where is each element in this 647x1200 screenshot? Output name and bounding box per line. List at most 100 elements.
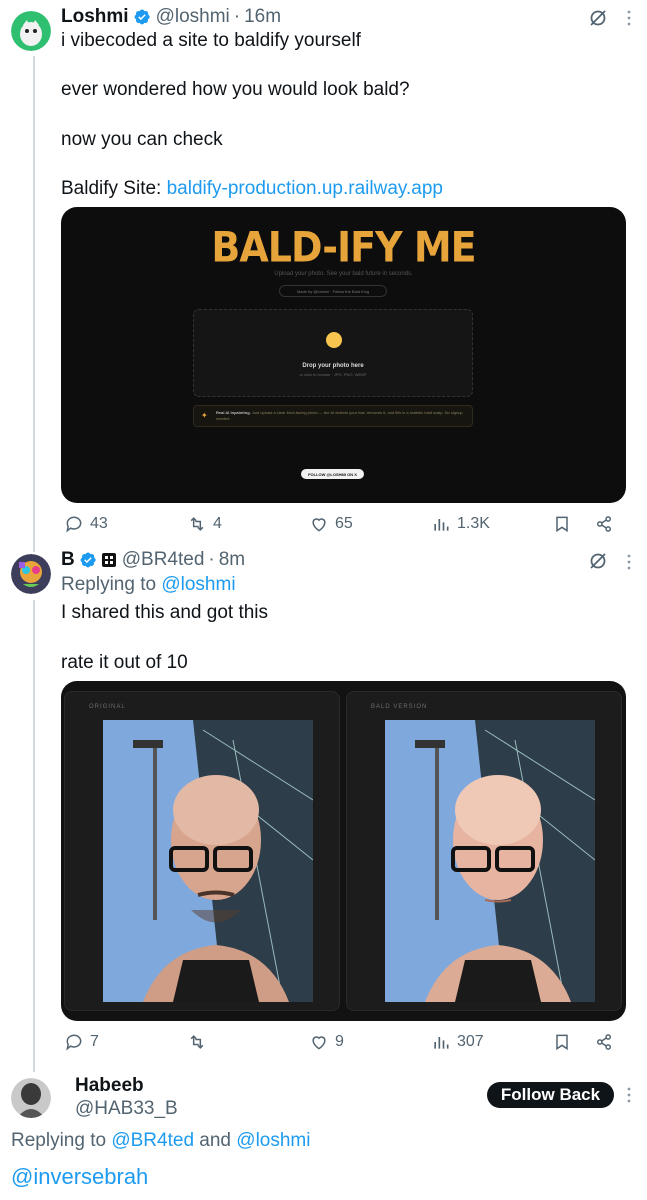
- tweet1-action-bar: 43 4 65 1.3K: [0, 512, 647, 536]
- baldify-subtitle: Upload your photo. See your bald future …: [274, 271, 413, 277]
- share-icon: [597, 1034, 611, 1050]
- baldify-title: BALD-IFY ME: [211, 222, 476, 272]
- bookmark-icon: [556, 1034, 568, 1051]
- tweet2-replying-to: Replying to @loshmi: [61, 573, 236, 597]
- author-handle[interactable]: @loshmi: [156, 6, 230, 28]
- share-icon: [597, 516, 611, 532]
- reply-button[interactable]: 43: [64, 514, 108, 534]
- sparkle-icon: ✦: [201, 411, 208, 420]
- more-options-icon[interactable]: [626, 9, 632, 27]
- views-icon: [434, 519, 449, 531]
- tweet3-replying-to: Replying to @BR4ted and @loshmi: [11, 1129, 310, 1153]
- original-label: ORIGINAL: [89, 704, 126, 710]
- share-button[interactable]: [594, 514, 614, 534]
- reply-button[interactable]: 7: [64, 1032, 99, 1052]
- tweet1-site-line: Baldify Site: baldify-production.up.rail…: [61, 177, 443, 201]
- like-count: 9: [335, 1033, 344, 1050]
- views-button[interactable]: 1.3K: [431, 514, 490, 534]
- baldify-follow-button: FOLLOW @LOSHMI ON X: [301, 469, 364, 479]
- replying-to-label: Replying to: [61, 574, 157, 595]
- tweet2-line-1: I shared this and got this: [61, 602, 269, 623]
- drop-title: Drop your photo here: [302, 363, 364, 369]
- bookmark-button[interactable]: [552, 514, 572, 534]
- tweet1-line-1: i vibecoded a site to baldify yourself: [61, 30, 361, 51]
- face-emoji-icon: [326, 332, 342, 348]
- original-photo: [103, 720, 313, 1002]
- more-options-icon[interactable]: [626, 1086, 632, 1104]
- avatar-br4ted[interactable]: [11, 554, 51, 594]
- like-button[interactable]: 65: [309, 514, 353, 534]
- replying-to-handle-1[interactable]: @BR4ted: [111, 1130, 194, 1151]
- and-label: and: [199, 1130, 231, 1151]
- bookmark-icon: [556, 516, 568, 533]
- avatar-loshmi[interactable]: [11, 11, 51, 51]
- bald-version-label: BALD VERSION: [371, 704, 428, 710]
- replying-to-handle-2[interactable]: @loshmi: [236, 1130, 310, 1151]
- thread-line-1: [33, 56, 35, 552]
- repost-count: 4: [213, 515, 222, 532]
- tweet1-header: Loshmi @loshmi · 16m: [61, 5, 281, 29]
- tweet1-line-2: ever wondered how you would look bald?: [61, 79, 410, 100]
- original-panel: ORIGINAL: [64, 691, 340, 1011]
- avatar-habeeb-image: [11, 1078, 51, 1118]
- verified-badge-icon: [134, 9, 150, 25]
- heart-icon: [312, 1036, 326, 1050]
- bald-photo: [385, 720, 595, 1002]
- affiliate-badge-icon: [101, 553, 116, 567]
- views-button[interactable]: 307: [431, 1032, 484, 1052]
- tweet3-handle[interactable]: @HAB33_B: [75, 1097, 178, 1121]
- bald-photo-image: [385, 720, 595, 1002]
- original-photo-image: [103, 720, 313, 1002]
- tweet2-header: B @BR4ted · 8m: [61, 548, 245, 572]
- tweet3-name[interactable]: Habeeb: [75, 1074, 144, 1098]
- avatar-br4ted-image: [11, 554, 51, 594]
- thread-line-2: [33, 600, 35, 1072]
- repost-icon: [190, 1035, 204, 1049]
- tweet2-action-bar: 7 9 307: [0, 1030, 647, 1054]
- avatar-loshmi-image: [11, 11, 51, 51]
- baldify-drop-zone: Drop your photo here or click to browse …: [193, 309, 473, 397]
- avatar-habeeb[interactable]: [11, 1078, 51, 1118]
- replying-to-label: Replying to: [11, 1130, 107, 1151]
- author-name[interactable]: B: [61, 549, 75, 571]
- separator-dot: ·: [233, 6, 241, 27]
- info-text: Just upload a clear front-facing photo —…: [216, 410, 463, 421]
- repost-icon: [190, 517, 204, 531]
- verified-badge-icon: [80, 552, 96, 568]
- replying-to-handle[interactable]: @loshmi: [161, 574, 235, 595]
- reply-count: 7: [90, 1033, 99, 1050]
- tweet2-line-2: rate it out of 10: [61, 652, 188, 673]
- follow-back-button[interactable]: Follow Back: [487, 1082, 614, 1108]
- drop-subtitle: or click to browse · JPG, PNG, WEBP: [299, 372, 367, 377]
- tweet3-body-mention[interactable]: @inversebrah: [11, 1163, 148, 1191]
- reply-icon: [66, 516, 82, 533]
- like-count: 65: [335, 515, 353, 532]
- author-handle[interactable]: @BR4ted: [122, 549, 205, 571]
- grok-icon[interactable]: [588, 551, 608, 571]
- repost-button[interactable]: [187, 1032, 213, 1052]
- baldify-info-box: ✦ Real AI Inpainting. Just upload a clea…: [193, 405, 473, 427]
- bookmark-button[interactable]: [552, 1032, 572, 1052]
- tweet1-line-3: now you can check: [61, 129, 223, 150]
- tweet1-media-baldify-screenshot[interactable]: BALD-IFY ME Upload your photo. See your …: [61, 207, 626, 503]
- grok-icon[interactable]: [588, 8, 608, 28]
- like-button[interactable]: 9: [309, 1032, 344, 1052]
- site-link[interactable]: baldify-production.up.railway.app: [167, 178, 443, 199]
- views-count: 307: [457, 1033, 484, 1050]
- timestamp[interactable]: 8m: [219, 549, 245, 571]
- baldify-made-by-pill: Made by @loshmi · Follow the Bald King: [279, 285, 387, 297]
- reply-icon: [66, 1034, 82, 1051]
- timestamp[interactable]: 16m: [244, 6, 281, 28]
- repost-button[interactable]: 4: [187, 514, 222, 534]
- separator-dot: ·: [208, 549, 215, 570]
- views-count: 1.3K: [457, 515, 490, 532]
- heart-icon: [312, 518, 326, 532]
- info-bold: Real AI Inpainting.: [216, 410, 251, 415]
- more-options-icon[interactable]: [626, 553, 632, 571]
- views-icon: [434, 1037, 449, 1049]
- share-button[interactable]: [594, 1032, 614, 1052]
- bald-panel: BALD VERSION: [346, 691, 622, 1011]
- site-label: Baldify Site:: [61, 178, 162, 199]
- author-name[interactable]: Loshmi: [61, 6, 129, 28]
- tweet2-media-before-after[interactable]: ORIGINAL BALD VERSION: [61, 681, 626, 1021]
